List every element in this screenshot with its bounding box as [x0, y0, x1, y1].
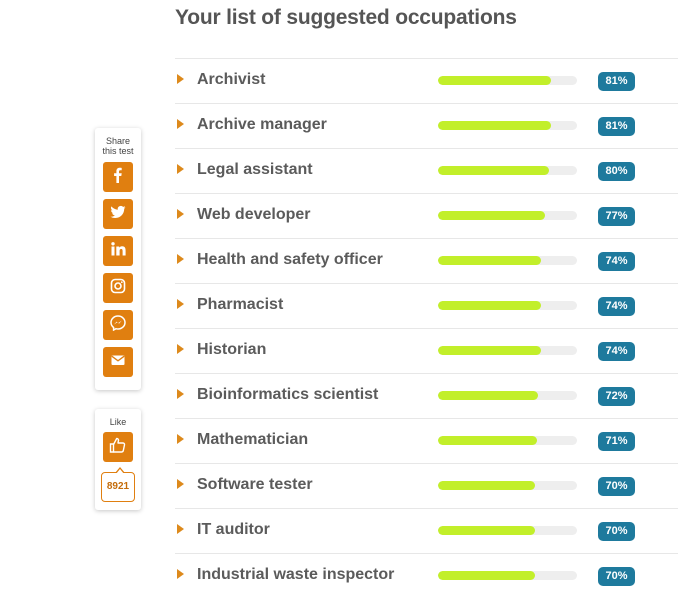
- linkedin-icon: [110, 241, 126, 262]
- share-label-line1: Share: [105, 136, 131, 146]
- caret-right-icon[interactable]: [177, 209, 184, 219]
- occupation-row[interactable]: Industrial waste inspector 70%: [175, 553, 678, 598]
- occupation-name[interactable]: Software tester: [197, 476, 313, 494]
- match-bar: [438, 256, 577, 265]
- match-bar: [438, 121, 577, 130]
- match-bar-fill: [438, 121, 551, 130]
- occupation-name[interactable]: Archivist: [197, 71, 265, 89]
- caret-right-icon[interactable]: [177, 74, 184, 84]
- match-bar-fill: [438, 301, 541, 310]
- match-bar-fill: [438, 211, 546, 220]
- facebook-icon: [110, 167, 126, 188]
- occupation-name[interactable]: Health and safety officer: [197, 251, 383, 269]
- match-bar-fill: [438, 346, 541, 355]
- occupation-list: Archivist 81% Archive manager 81% Legal as…: [175, 58, 678, 598]
- match-percent-badge: 81%: [598, 72, 635, 91]
- caret-right-icon[interactable]: [177, 254, 184, 264]
- occupation-name[interactable]: Legal assistant: [197, 161, 313, 179]
- match-bar-fill: [438, 571, 536, 580]
- occupation-row[interactable]: Historian 74%: [175, 328, 678, 373]
- match-percent-badge: 71%: [598, 432, 635, 451]
- match-bar: [438, 571, 577, 580]
- match-percent-badge: 74%: [598, 252, 635, 271]
- occupation-name[interactable]: Archive manager: [197, 116, 327, 134]
- occupation-name[interactable]: IT auditor: [197, 521, 270, 539]
- occupation-row[interactable]: IT auditor 70%: [175, 508, 678, 553]
- caret-right-icon[interactable]: [177, 434, 184, 444]
- share-twitter-button[interactable]: [103, 199, 133, 229]
- match-percent-badge: 74%: [598, 297, 635, 316]
- share-panel: Share this test: [95, 128, 141, 390]
- share-label-line2: this test: [102, 146, 134, 156]
- occupation-name[interactable]: Mathematician: [197, 431, 308, 449]
- occupation-name[interactable]: Web developer: [197, 206, 311, 224]
- occupation-row[interactable]: Pharmacist 74%: [175, 283, 678, 328]
- thumbs-up-icon: [109, 436, 127, 459]
- occupation-name[interactable]: Industrial waste inspector: [197, 566, 394, 584]
- caret-right-icon[interactable]: [177, 344, 184, 354]
- caret-right-icon[interactable]: [177, 119, 184, 129]
- like-panel: Like 8921: [95, 409, 141, 510]
- share-instagram-button[interactable]: [103, 273, 133, 303]
- messenger-icon: [110, 314, 126, 336]
- occupation-row[interactable]: Legal assistant 80%: [175, 148, 678, 193]
- match-percent-badge: 77%: [598, 207, 635, 226]
- occupation-row[interactable]: Web developer 77%: [175, 193, 678, 238]
- occupation-name[interactable]: Pharmacist: [197, 296, 283, 314]
- match-bar: [438, 346, 577, 355]
- match-bar-fill: [438, 76, 551, 85]
- occupation-row[interactable]: Health and safety officer 74%: [175, 238, 678, 283]
- like-count: 8921: [101, 467, 135, 502]
- match-bar: [438, 76, 577, 85]
- match-percent-badge: 70%: [598, 522, 635, 541]
- match-percent-badge: 72%: [598, 387, 635, 406]
- match-bar-fill: [438, 436, 537, 445]
- like-button[interactable]: [103, 432, 133, 462]
- caret-right-icon[interactable]: [177, 389, 184, 399]
- occupation-row[interactable]: Mathematician 71%: [175, 418, 678, 463]
- share-facebook-button[interactable]: [103, 162, 133, 192]
- share-label: Share this test: [95, 136, 141, 156]
- match-percent-badge: 74%: [598, 342, 635, 361]
- caret-right-icon[interactable]: [177, 479, 184, 489]
- twitter-icon: [110, 204, 126, 225]
- match-bar-fill: [438, 526, 536, 535]
- match-bar-fill: [438, 391, 539, 400]
- occupation-row[interactable]: Software tester 70%: [175, 463, 678, 508]
- page-title: Your list of suggested occupations: [175, 6, 517, 29]
- caret-right-icon[interactable]: [177, 524, 184, 534]
- match-bar: [438, 301, 577, 310]
- match-percent-badge: 81%: [598, 117, 635, 136]
- match-bar-fill: [438, 481, 536, 490]
- match-bar: [438, 436, 577, 445]
- match-bar: [438, 391, 577, 400]
- share-email-button[interactable]: [103, 347, 133, 377]
- share-linkedin-button[interactable]: [103, 236, 133, 266]
- occupation-row[interactable]: Archivist 81%: [175, 58, 678, 103]
- instagram-icon: [110, 278, 126, 299]
- match-bar-fill: [438, 166, 550, 175]
- email-icon: [110, 352, 126, 373]
- caret-right-icon[interactable]: [177, 299, 184, 309]
- match-percent-badge: 70%: [598, 477, 635, 496]
- match-bar: [438, 526, 577, 535]
- match-bar: [438, 166, 577, 175]
- occupation-name[interactable]: Historian: [197, 341, 266, 359]
- match-bar-fill: [438, 256, 541, 265]
- occupation-name[interactable]: Bioinformatics scientist: [197, 386, 378, 404]
- occupation-row[interactable]: Archive manager 81%: [175, 103, 678, 148]
- caret-right-icon[interactable]: [177, 164, 184, 174]
- match-bar: [438, 211, 577, 220]
- match-percent-badge: 70%: [598, 567, 635, 586]
- share-messenger-button[interactable]: [103, 310, 133, 340]
- caret-right-icon[interactable]: [177, 569, 184, 579]
- occupation-row[interactable]: Bioinformatics scientist 72%: [175, 373, 678, 418]
- like-label: Like: [109, 417, 127, 427]
- match-bar: [438, 481, 577, 490]
- match-percent-badge: 80%: [598, 162, 635, 181]
